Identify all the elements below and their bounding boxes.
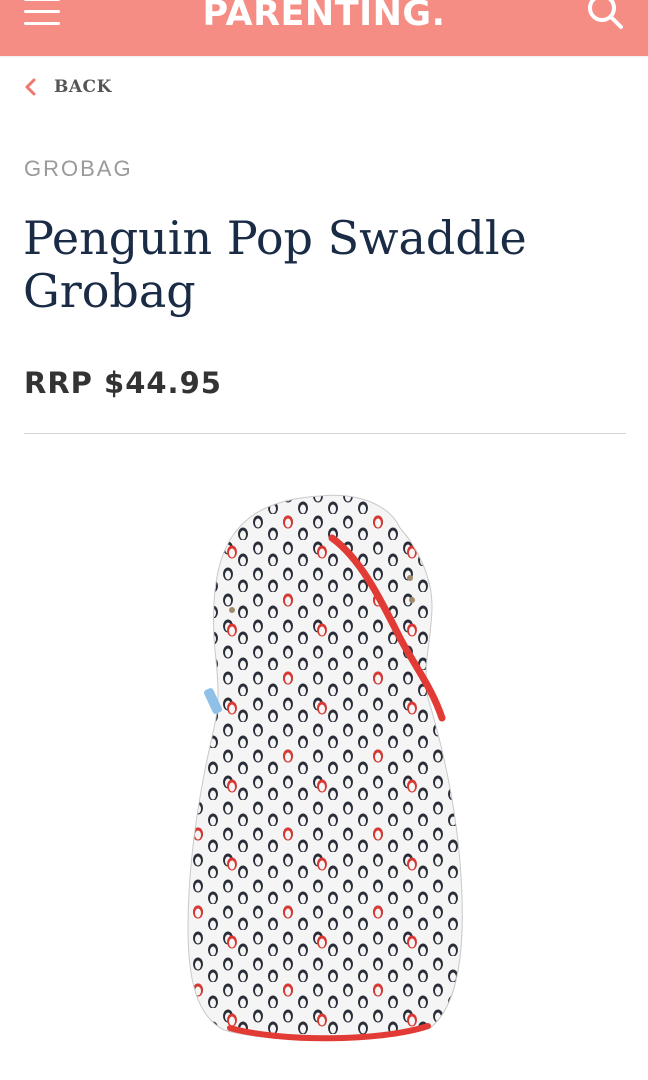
back-link[interactable]: BACK [22,74,112,100]
product-page: PARENTING. BACK GROBAG Penguin Pop Swadd… [0,0,648,1080]
grobag-product-image [187,494,463,1042]
product-price: RRP $44.95 [24,366,222,400]
search-icon[interactable] [582,0,630,34]
product-image[interactable] [160,488,490,1048]
chevron-left-icon [25,78,36,96]
back-label: BACK [54,77,112,97]
product-title: Penguin Pop Swaddle Grobag [23,211,527,318]
top-bar: PARENTING. [0,0,648,56]
brand-name[interactable]: GROBAG [24,156,133,182]
site-logo[interactable]: PARENTING. [0,0,648,36]
divider [24,433,626,434]
